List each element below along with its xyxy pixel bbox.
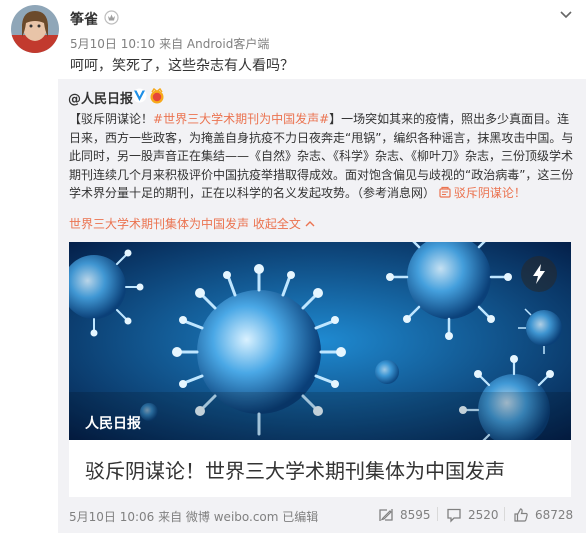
- original-author-name[interactable]: @人民日报: [68, 88, 133, 107]
- collapse-text-button[interactable]: 收起全文: [253, 217, 315, 231]
- link-icon: [439, 186, 451, 198]
- repost-count: 8595: [400, 508, 431, 522]
- repost-button[interactable]: 8595: [378, 506, 431, 524]
- chevron-up-icon: [305, 221, 315, 227]
- gold-badge-icon: [149, 87, 165, 104]
- comment-button[interactable]: 2520: [446, 506, 499, 524]
- collapse-text-label: 收起全文: [252, 217, 301, 231]
- article-cover-image[interactable]: [69, 242, 571, 440]
- comment-count: 2520: [468, 508, 499, 522]
- like-icon: [514, 508, 528, 522]
- original-post-text: 【驳斥阴谋论！#世界三大学术期刊为中国发声#】一场突如其来的疫情，照出多少真面目…: [69, 110, 579, 203]
- weibo-post: 筝雀 5月10日 10:10 来自 Android客户端 呵呵，笑死了，这些杂志…: [0, 0, 586, 533]
- like-count: 68728: [535, 508, 574, 522]
- article-link-label: 驳斥阴谋论！: [453, 186, 526, 200]
- expand-line: 世界三大学术期刊集体为中国发声 收起全文: [69, 215, 315, 232]
- divider: [437, 507, 438, 521]
- repost-icon: [379, 509, 393, 521]
- author-avatar[interactable]: [11, 5, 59, 53]
- article-title-link[interactable]: 世界三大学术期刊集体为中国发声: [69, 217, 249, 231]
- chevron-down-icon[interactable]: [558, 6, 574, 19]
- post-text: 呵呵，笑死了，这些杂志有人看吗？: [70, 58, 294, 74]
- comment-icon: [447, 508, 461, 523]
- card-title[interactable]: 驳斥阴谋论！世界三大学术期刊集体为中国发声: [85, 455, 505, 484]
- author-name[interactable]: 筝雀: [70, 9, 98, 29]
- card-watermark: 人民日报: [85, 416, 141, 432]
- flash-button[interactable]: [521, 256, 557, 292]
- user-level-badge-icon: [104, 10, 119, 25]
- flash-icon: [533, 264, 545, 284]
- verified-icon: [132, 88, 147, 103]
- divider: [504, 507, 505, 521]
- like-button[interactable]: 68728: [513, 506, 573, 524]
- article-card[interactable]: 人民日报 驳斥阴谋论！世界三大学术期刊集体为中国发声: [69, 242, 571, 497]
- original-post-meta[interactable]: 5月10日 10:06 来自 微博 weibo.com 已编辑: [69, 508, 318, 525]
- article-link[interactable]: 驳斥阴谋论！: [439, 186, 526, 200]
- hashtag-link[interactable]: #世界三大学术期刊为中国发声#: [153, 112, 329, 126]
- post-meta[interactable]: 5月10日 10:10 来自 Android客户端: [70, 35, 269, 52]
- body-prefix: 【驳斥阴谋论！: [69, 112, 154, 126]
